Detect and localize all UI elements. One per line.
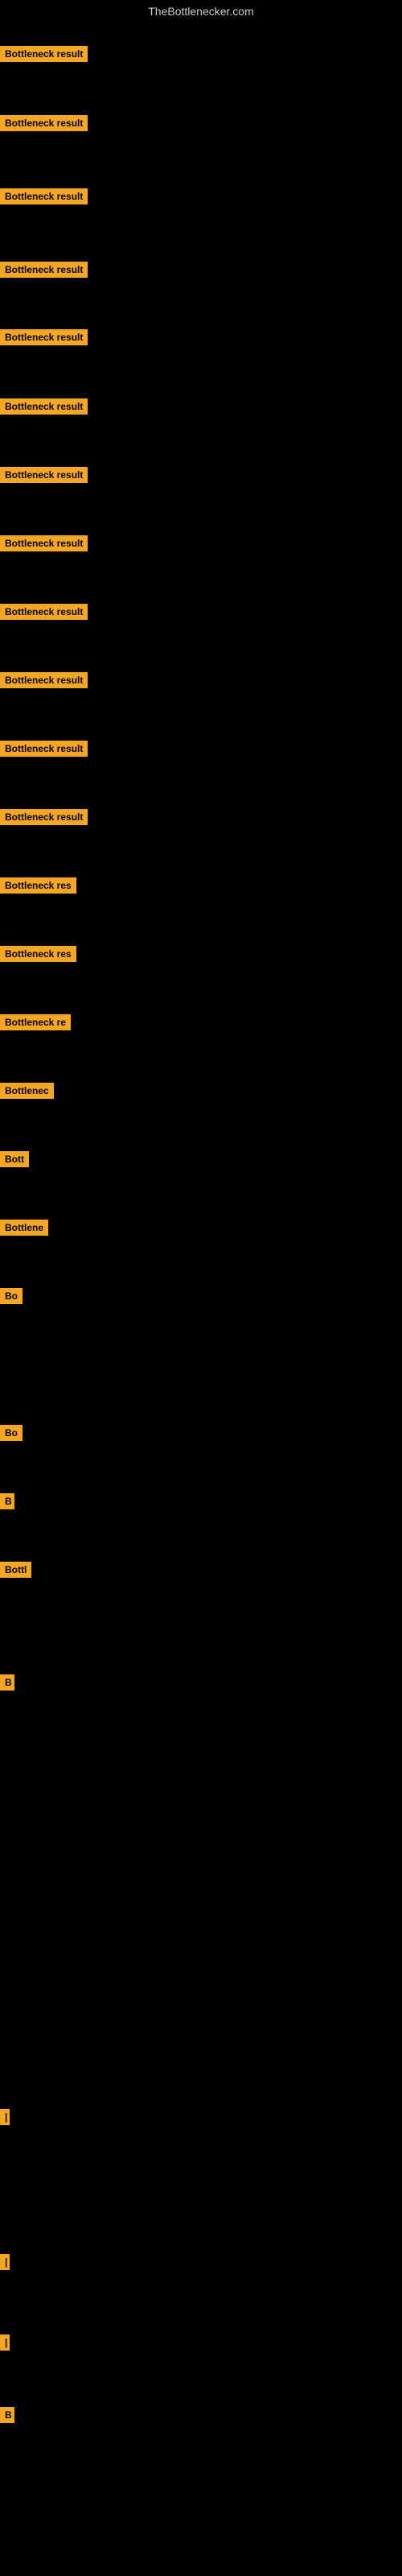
site-title: TheBottlenecker.com [0,0,402,23]
bottleneck-badge-9: Bottleneck result [0,604,88,620]
bottleneck-badge-17: Bott [0,1151,29,1167]
bottleneck-badge-20: Bo [0,1425,23,1441]
bottleneck-badge-7: Bottleneck result [0,467,88,483]
bottleneck-badge-23: B [0,1674,14,1690]
bottleneck-badge-25: | [0,2254,10,2270]
bottleneck-badge-16: Bottlenec [0,1083,54,1099]
bottleneck-badge-11: Bottleneck result [0,741,88,757]
bottleneck-badge-2: Bottleneck result [0,115,88,131]
bottleneck-badge-18: Bottlene [0,1220,48,1236]
bottleneck-badge-6: Bottleneck result [0,398,88,415]
bottleneck-badge-15: Bottleneck re [0,1014,71,1030]
bottleneck-badge-27: B [0,2407,14,2423]
bottleneck-badge-8: Bottleneck result [0,535,88,551]
bottleneck-badge-10: Bottleneck result [0,672,88,688]
bottleneck-badge-13: Bottleneck res [0,877,76,894]
bottleneck-badge-22: Bottl [0,1562,31,1578]
bottleneck-badge-4: Bottleneck result [0,262,88,278]
bottleneck-badge-12: Bottleneck result [0,809,88,825]
bottleneck-badge-21: B [0,1493,14,1509]
bottleneck-badge-24: | [0,2109,10,2125]
bottleneck-badge-3: Bottleneck result [0,188,88,204]
bottleneck-badge-19: Bo [0,1288,23,1304]
bottleneck-badge-26: | [0,2334,10,2351]
bottleneck-badge-1: Bottleneck result [0,46,88,62]
bottleneck-badge-14: Bottleneck res [0,946,76,962]
bottleneck-badge-5: Bottleneck result [0,329,88,345]
